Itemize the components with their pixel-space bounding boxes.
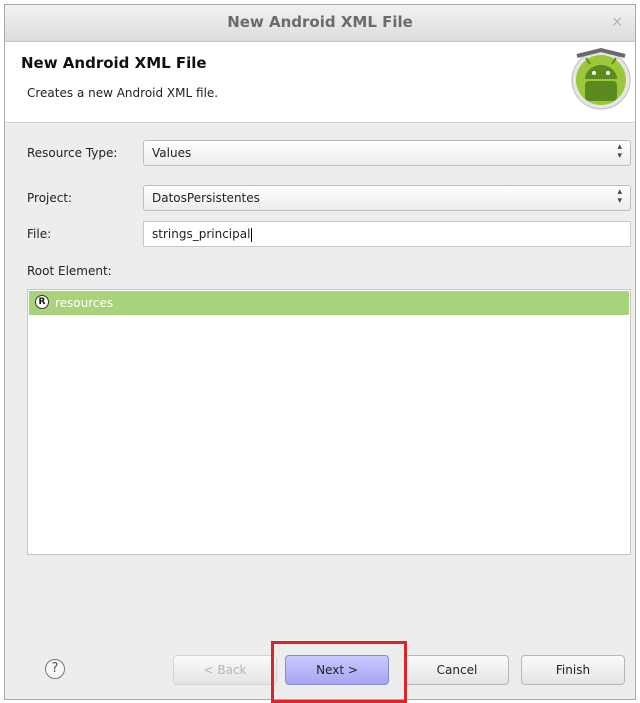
page-description: Creates a new Android XML file. [27, 86, 219, 100]
text-cursor [251, 227, 253, 242]
page-title: New Android XML File [21, 54, 207, 72]
file-label: File: [27, 227, 52, 241]
window-title: New Android XML File [227, 13, 413, 31]
spinner-arrows-icon: ▴ ▾ [617, 142, 622, 161]
cancel-button[interactable]: Cancel [405, 655, 509, 685]
resource-type-select[interactable]: Values ▴ ▾ [143, 140, 631, 166]
list-item[interactable]: R resources [29, 291, 629, 315]
resource-type-value: Values [152, 146, 192, 160]
project-value: DatosPersistentes [152, 191, 260, 205]
file-name-input[interactable]: strings_principal [143, 221, 631, 247]
finish-button[interactable]: Finish [521, 655, 625, 685]
android-logo-icon [571, 47, 631, 110]
file-name-value: strings_principal [152, 227, 251, 241]
help-icon[interactable]: ? [45, 659, 65, 679]
wizard-header: New Android XML File Creates a new Andro… [5, 42, 635, 123]
resource-type-label: Resource Type: [27, 146, 118, 160]
new-android-xml-file-dialog: New Android XML File × New Android XML F… [4, 4, 636, 703]
project-label: Project: [27, 191, 73, 205]
next-button-highlight [271, 641, 407, 703]
title-bar: New Android XML File × [5, 5, 635, 42]
close-icon[interactable]: × [611, 14, 623, 30]
root-element-list[interactable]: R resources [27, 289, 631, 555]
spinner-arrows-icon: ▴ ▾ [617, 187, 622, 206]
resource-icon: R [35, 295, 49, 309]
root-element-label: Root Element: [27, 264, 112, 278]
project-select[interactable]: DatosPersistentes ▴ ▾ [143, 185, 631, 211]
list-item-label: resources [55, 296, 114, 310]
back-button[interactable]: < Back [173, 655, 277, 685]
